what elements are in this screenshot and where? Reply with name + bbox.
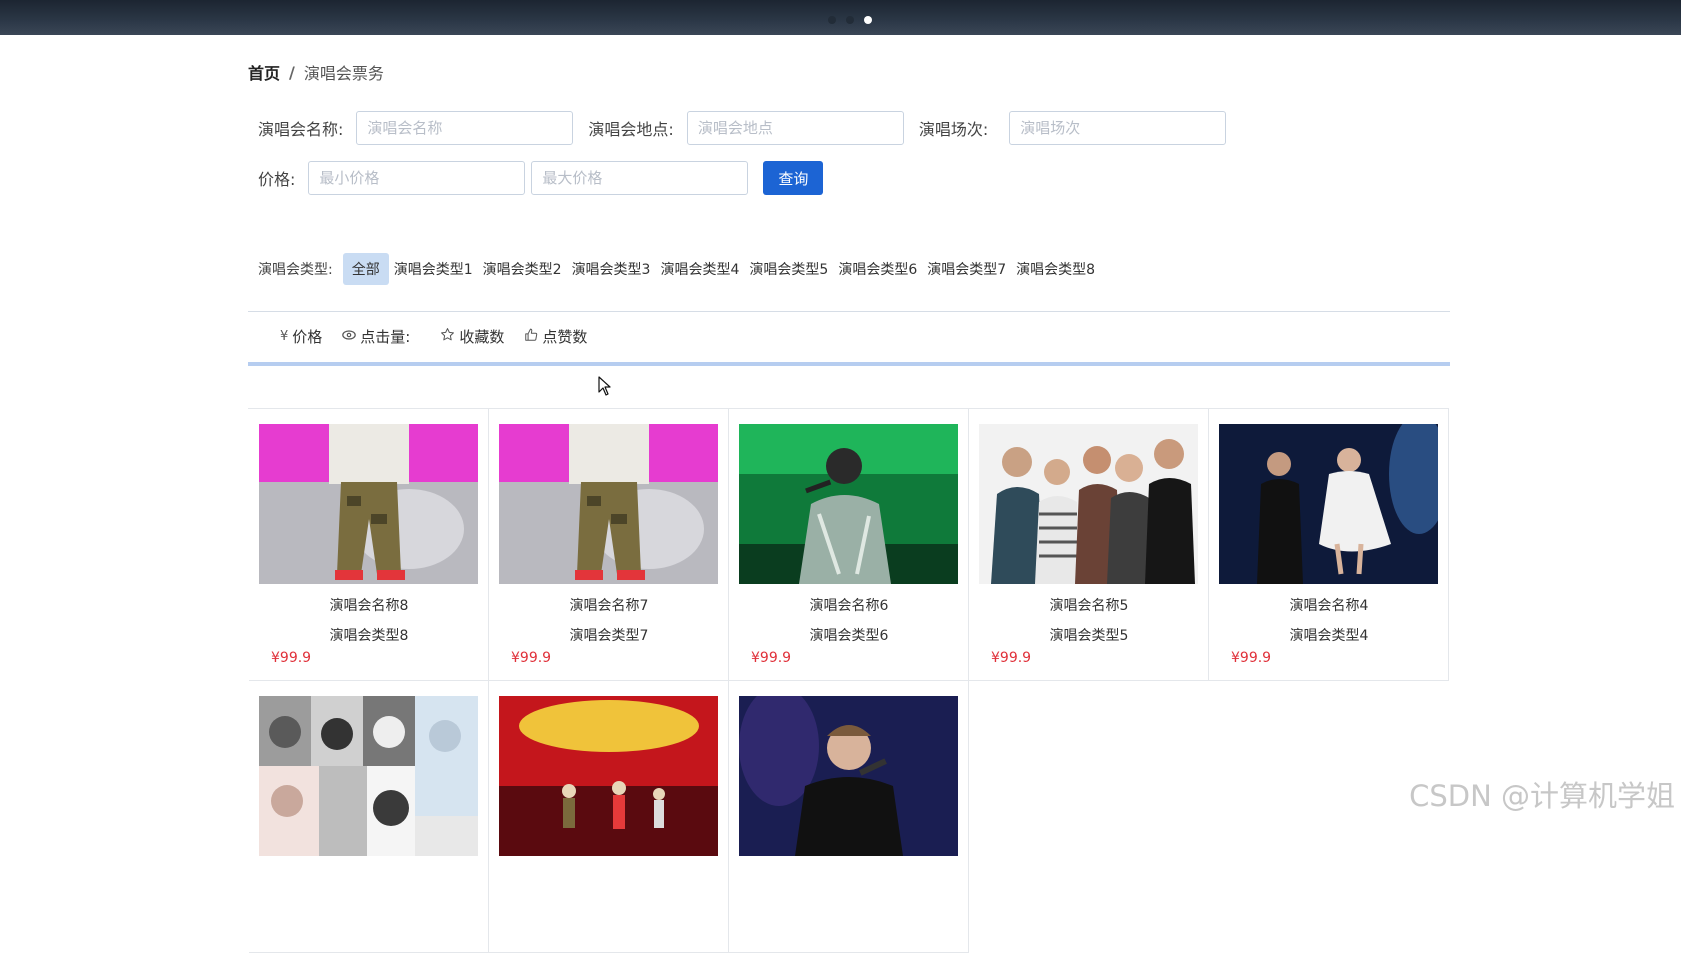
product-type: 演唱会类型5 xyxy=(1049,628,1129,644)
sort-likes-label: 点赞数 xyxy=(542,328,588,346)
sort-favorites[interactable]: 收藏数 xyxy=(440,326,504,347)
breadcrumb-home[interactable]: 首页 xyxy=(248,60,280,84)
product-name[interactable]: 演唱会名称5 xyxy=(969,595,1209,615)
sort-bar: ¥ 价格 点击量: 收藏数 点赞数 xyxy=(248,311,1450,366)
location-input[interactable] xyxy=(686,111,904,145)
type-item-3[interactable]: 演唱会类型3 xyxy=(567,253,656,285)
product-type: 演唱会类型4 xyxy=(1289,628,1369,644)
product-image[interactable] xyxy=(739,424,958,584)
name-label: 演唱会名称: xyxy=(258,120,344,139)
name-input[interactable] xyxy=(356,111,574,145)
sort-price-label: 价格 xyxy=(292,328,323,346)
breadcrumb: 首页 / 演唱会票务 xyxy=(248,60,384,84)
min-price-input[interactable] xyxy=(308,161,526,195)
mouse-cursor-icon xyxy=(598,376,612,400)
product-grid: 演唱会名称8 演唱会类型8 ¥99.9 演唱会名称7 演唱会类型7 ¥99.9 xyxy=(248,408,1449,953)
star-icon xyxy=(440,327,455,346)
type-item-5[interactable]: 演唱会类型5 xyxy=(744,253,833,285)
top-banner xyxy=(0,0,1681,35)
sort-likes[interactable]: 点赞数 xyxy=(524,326,587,347)
sort-favorites-label: 收藏数 xyxy=(459,328,505,346)
sort-clicks[interactable]: 点击量: xyxy=(342,326,410,347)
product-image[interactable] xyxy=(1219,424,1438,584)
thumbs-up-icon xyxy=(524,328,538,346)
product-image[interactable] xyxy=(499,424,718,584)
main-container: 首页 / 演唱会票务 演唱会名称: 演唱会地点: 演唱场次: 价格: 查询 演唱… xyxy=(248,35,1450,953)
product-price: ¥99.9 xyxy=(991,650,1032,666)
product-type: 演唱会类型8 xyxy=(329,628,409,644)
query-button[interactable]: 查询 xyxy=(763,161,824,195)
carousel-dot-2[interactable] xyxy=(846,16,854,24)
carousel-dot-3[interactable] xyxy=(864,16,872,24)
product-card[interactable] xyxy=(249,681,489,953)
product-card[interactable] xyxy=(729,681,969,953)
type-item-1[interactable]: 演唱会类型1 xyxy=(389,253,478,285)
product-card[interactable]: 演唱会名称5 演唱会类型5 ¥99.9 xyxy=(969,409,1209,681)
product-image[interactable] xyxy=(739,696,958,856)
eye-icon xyxy=(342,329,357,344)
sort-clicks-label: 点击量: xyxy=(360,328,411,346)
sort-price[interactable]: ¥ 价格 xyxy=(280,326,322,347)
product-image[interactable] xyxy=(499,696,718,856)
product-name[interactable]: 演唱会名称7 xyxy=(489,595,729,615)
product-type: 演唱会类型6 xyxy=(809,628,889,644)
type-item-all[interactable]: 全部 xyxy=(342,253,389,285)
product-name[interactable]: 演唱会名称4 xyxy=(1209,595,1449,615)
carousel-dots xyxy=(828,16,872,24)
breadcrumb-separator: / xyxy=(289,62,295,82)
type-item-7[interactable]: 演唱会类型7 xyxy=(922,253,1011,285)
session-input[interactable] xyxy=(1009,111,1227,145)
product-image[interactable] xyxy=(259,696,478,856)
product-price: ¥99.9 xyxy=(1231,650,1272,666)
search-row-2: 价格: 查询 xyxy=(258,161,824,195)
type-item-6[interactable]: 演唱会类型6 xyxy=(833,253,922,285)
product-price: ¥99.9 xyxy=(751,650,792,666)
type-item-2[interactable]: 演唱会类型2 xyxy=(478,253,567,285)
product-card[interactable]: 演唱会名称8 演唱会类型8 ¥99.9 xyxy=(249,409,489,681)
session-label: 演唱场次: xyxy=(918,120,989,139)
product-price: ¥99.9 xyxy=(511,650,552,666)
type-item-8[interactable]: 演唱会类型8 xyxy=(1011,253,1100,285)
type-filter-label: 演唱会类型: xyxy=(258,262,333,278)
product-name[interactable]: 演唱会名称6 xyxy=(729,595,969,615)
type-filter: 演唱会类型: 全部 演唱会类型1 演唱会类型2 演唱会类型3 演唱会类型4 演唱… xyxy=(258,253,1100,285)
product-card[interactable] xyxy=(489,681,729,953)
price-label: 价格: xyxy=(258,170,296,189)
type-item-4[interactable]: 演唱会类型4 xyxy=(655,253,744,285)
product-price: ¥99.9 xyxy=(271,650,312,666)
max-price-input[interactable] xyxy=(531,161,749,195)
search-row-1: 演唱会名称: 演唱会地点: 演唱场次: xyxy=(258,111,1227,145)
watermark: CSDN @计算机学姐 xyxy=(1409,779,1675,813)
product-image[interactable] xyxy=(259,424,478,584)
breadcrumb-current: 演唱会票务 xyxy=(303,64,384,83)
product-card[interactable]: 演唱会名称4 演唱会类型4 ¥99.9 xyxy=(1209,409,1449,681)
product-type: 演唱会类型7 xyxy=(569,628,649,644)
product-card[interactable]: 演唱会名称6 演唱会类型6 ¥99.9 xyxy=(729,409,969,681)
product-card[interactable]: 演唱会名称7 演唱会类型7 ¥99.9 xyxy=(489,409,729,681)
location-label: 演唱会地点: xyxy=(588,120,674,139)
yen-icon: ¥ xyxy=(280,329,289,344)
product-image[interactable] xyxy=(979,424,1198,584)
carousel-dot-1[interactable] xyxy=(828,16,836,24)
product-name[interactable]: 演唱会名称8 xyxy=(249,595,489,615)
